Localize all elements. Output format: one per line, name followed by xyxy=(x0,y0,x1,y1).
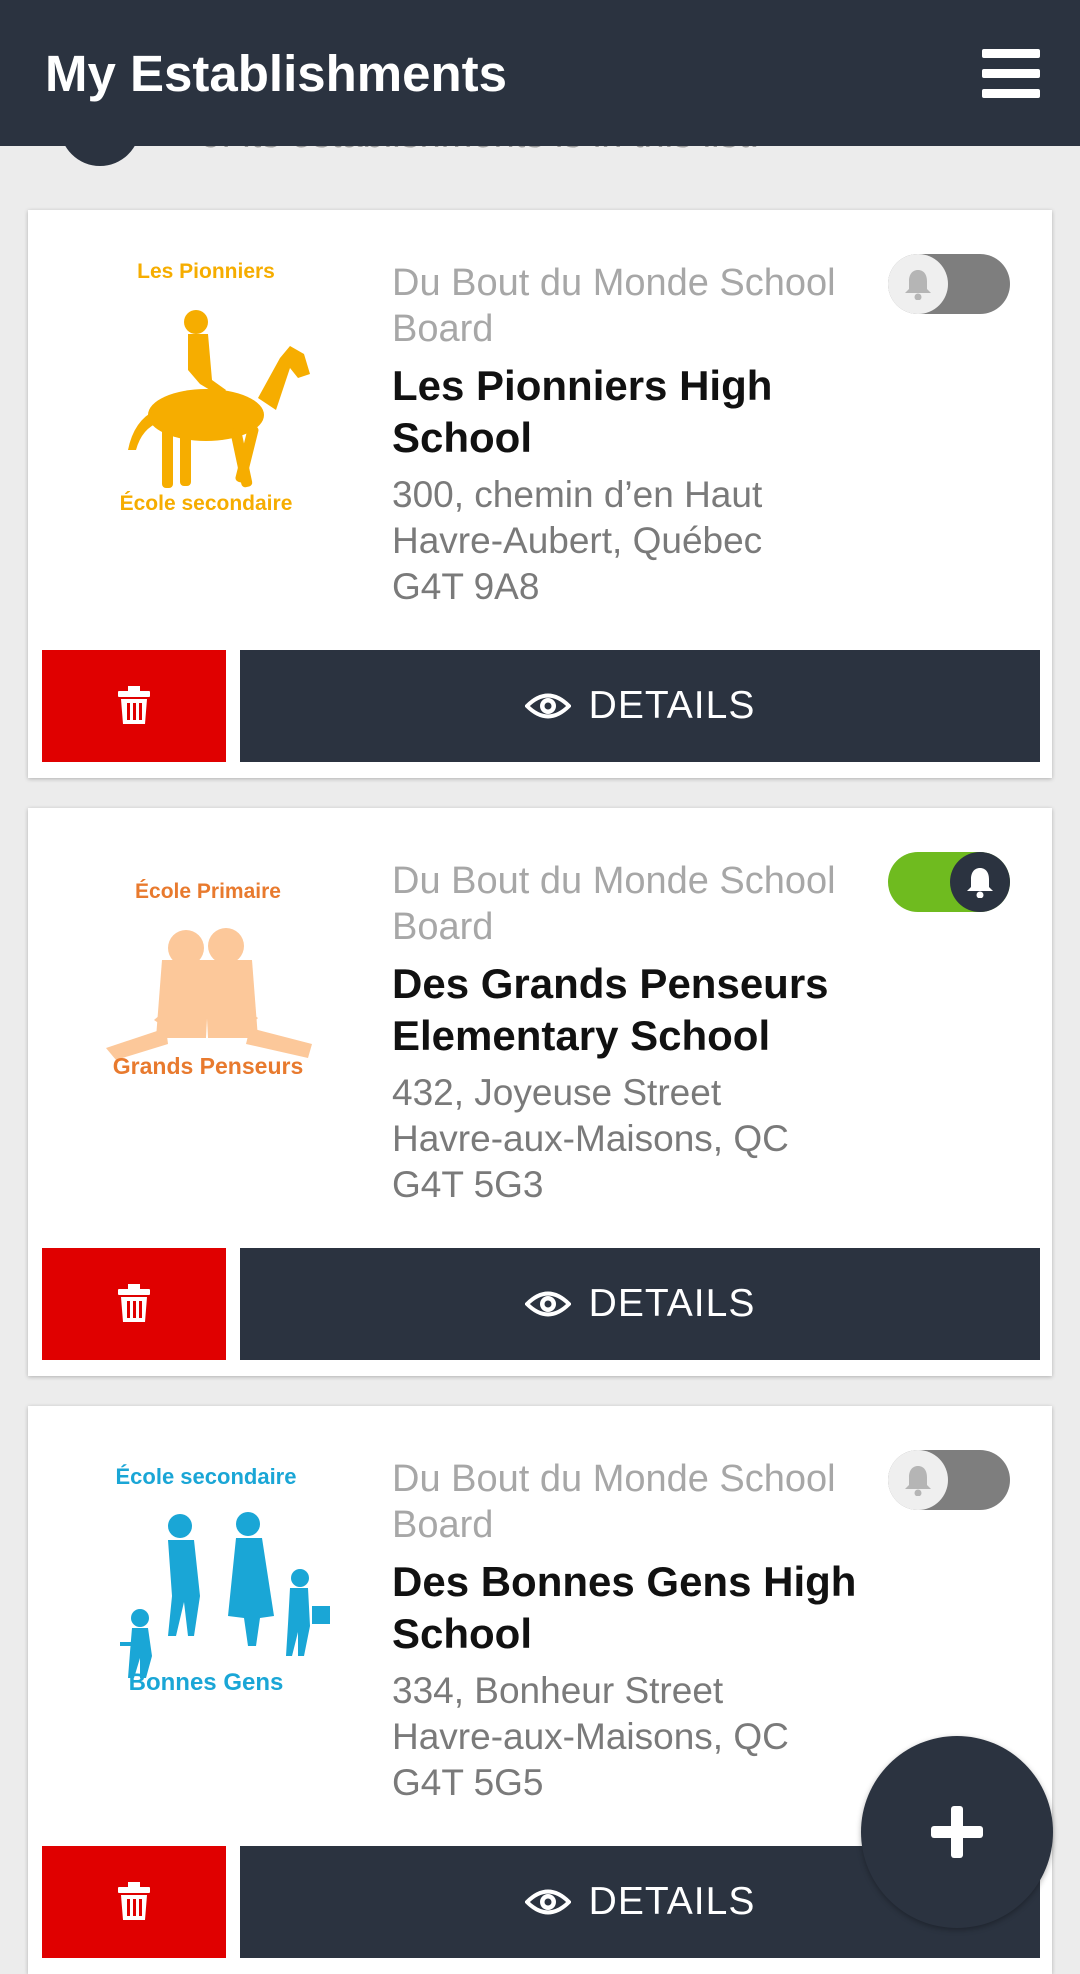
logo-bottom-text: Bonnes Gens xyxy=(129,1669,284,1696)
trash-icon xyxy=(118,1882,150,1920)
bell-icon xyxy=(967,868,993,898)
bell-icon xyxy=(905,1466,931,1496)
hamburger-menu-icon[interactable] xyxy=(982,49,1040,98)
school-logo: École secondaire Bonnes Gens xyxy=(76,1446,336,1746)
establishment-card: École Primaire Grands Penseurs Du Bout d… xyxy=(28,808,1052,1376)
logo-top-text: École Primaire xyxy=(135,880,281,903)
horse-rider-icon xyxy=(128,310,310,488)
trash-icon xyxy=(118,1284,150,1322)
delete-button[interactable] xyxy=(42,1846,226,1958)
school-board: Du Bout du Monde School Board xyxy=(392,1458,836,1546)
postal-code: G4T 9A8 xyxy=(392,566,540,607)
address-line1: 334, Bonheur Street xyxy=(392,1670,724,1711)
notification-toggle[interactable] xyxy=(888,852,1010,912)
school-board: Du Bout du Monde School Board xyxy=(392,262,836,350)
address-line2: Havre-aux-Maisons, QC xyxy=(392,1118,789,1159)
school-board: Du Bout du Monde School Board xyxy=(392,860,836,948)
trash-icon xyxy=(118,686,150,724)
postal-code: G4T 5G5 xyxy=(392,1762,544,1803)
notification-toggle[interactable] xyxy=(888,1450,1010,1510)
school-name: Les Pionniers High School xyxy=(392,362,773,461)
eye-icon xyxy=(524,1889,571,1915)
add-establishment-button[interactable] xyxy=(861,1736,1053,1928)
intro-banner: of its establishments is in this list. xyxy=(0,146,1080,186)
info-icon xyxy=(60,146,140,166)
kids-reading-icon xyxy=(106,928,312,1060)
eye-icon xyxy=(524,1291,571,1317)
postal-code: G4T 5G3 xyxy=(392,1164,544,1205)
page-title: My Establishments xyxy=(45,44,507,102)
school-name: Des Grands Penseurs Elementary School xyxy=(392,960,829,1059)
notification-toggle[interactable] xyxy=(888,254,1010,314)
intro-text: of its establishments is in this list. xyxy=(200,146,760,157)
app-header: My Establishments xyxy=(0,0,1080,146)
details-button[interactable]: DETAILS xyxy=(240,1248,1040,1360)
logo-bottom-text: École secondaire xyxy=(120,492,293,515)
details-label: DETAILS xyxy=(588,1880,756,1923)
address-line2: Havre-Aubert, Québec xyxy=(392,520,763,561)
school-name: Des Bonnes Gens High School xyxy=(392,1558,857,1657)
details-label: DETAILS xyxy=(588,684,756,727)
bell-icon xyxy=(905,270,931,300)
logo-bottom-text: Grands Penseurs xyxy=(113,1053,303,1079)
school-logo: École Primaire Grands Penseurs xyxy=(76,848,336,1148)
eye-icon xyxy=(524,693,571,719)
delete-button[interactable] xyxy=(42,650,226,762)
plus-icon xyxy=(931,1806,983,1858)
address-line2: Havre-aux-Maisons, QC xyxy=(392,1716,789,1757)
logo-top-text: Les Pionniers xyxy=(137,260,275,283)
family-icon xyxy=(120,1512,330,1678)
details-label: DETAILS xyxy=(588,1282,756,1325)
establishment-card: Les Pionniers École secondaire Du Bout d… xyxy=(28,210,1052,778)
logo-top-text: École secondaire xyxy=(116,1464,297,1489)
details-button[interactable]: DETAILS xyxy=(240,650,1040,762)
address-line1: 300, chemin d’en Haut xyxy=(392,474,763,515)
delete-button[interactable] xyxy=(42,1248,226,1360)
school-logo: Les Pionniers École secondaire xyxy=(76,250,336,550)
address-line1: 432, Joyeuse Street xyxy=(392,1072,722,1113)
